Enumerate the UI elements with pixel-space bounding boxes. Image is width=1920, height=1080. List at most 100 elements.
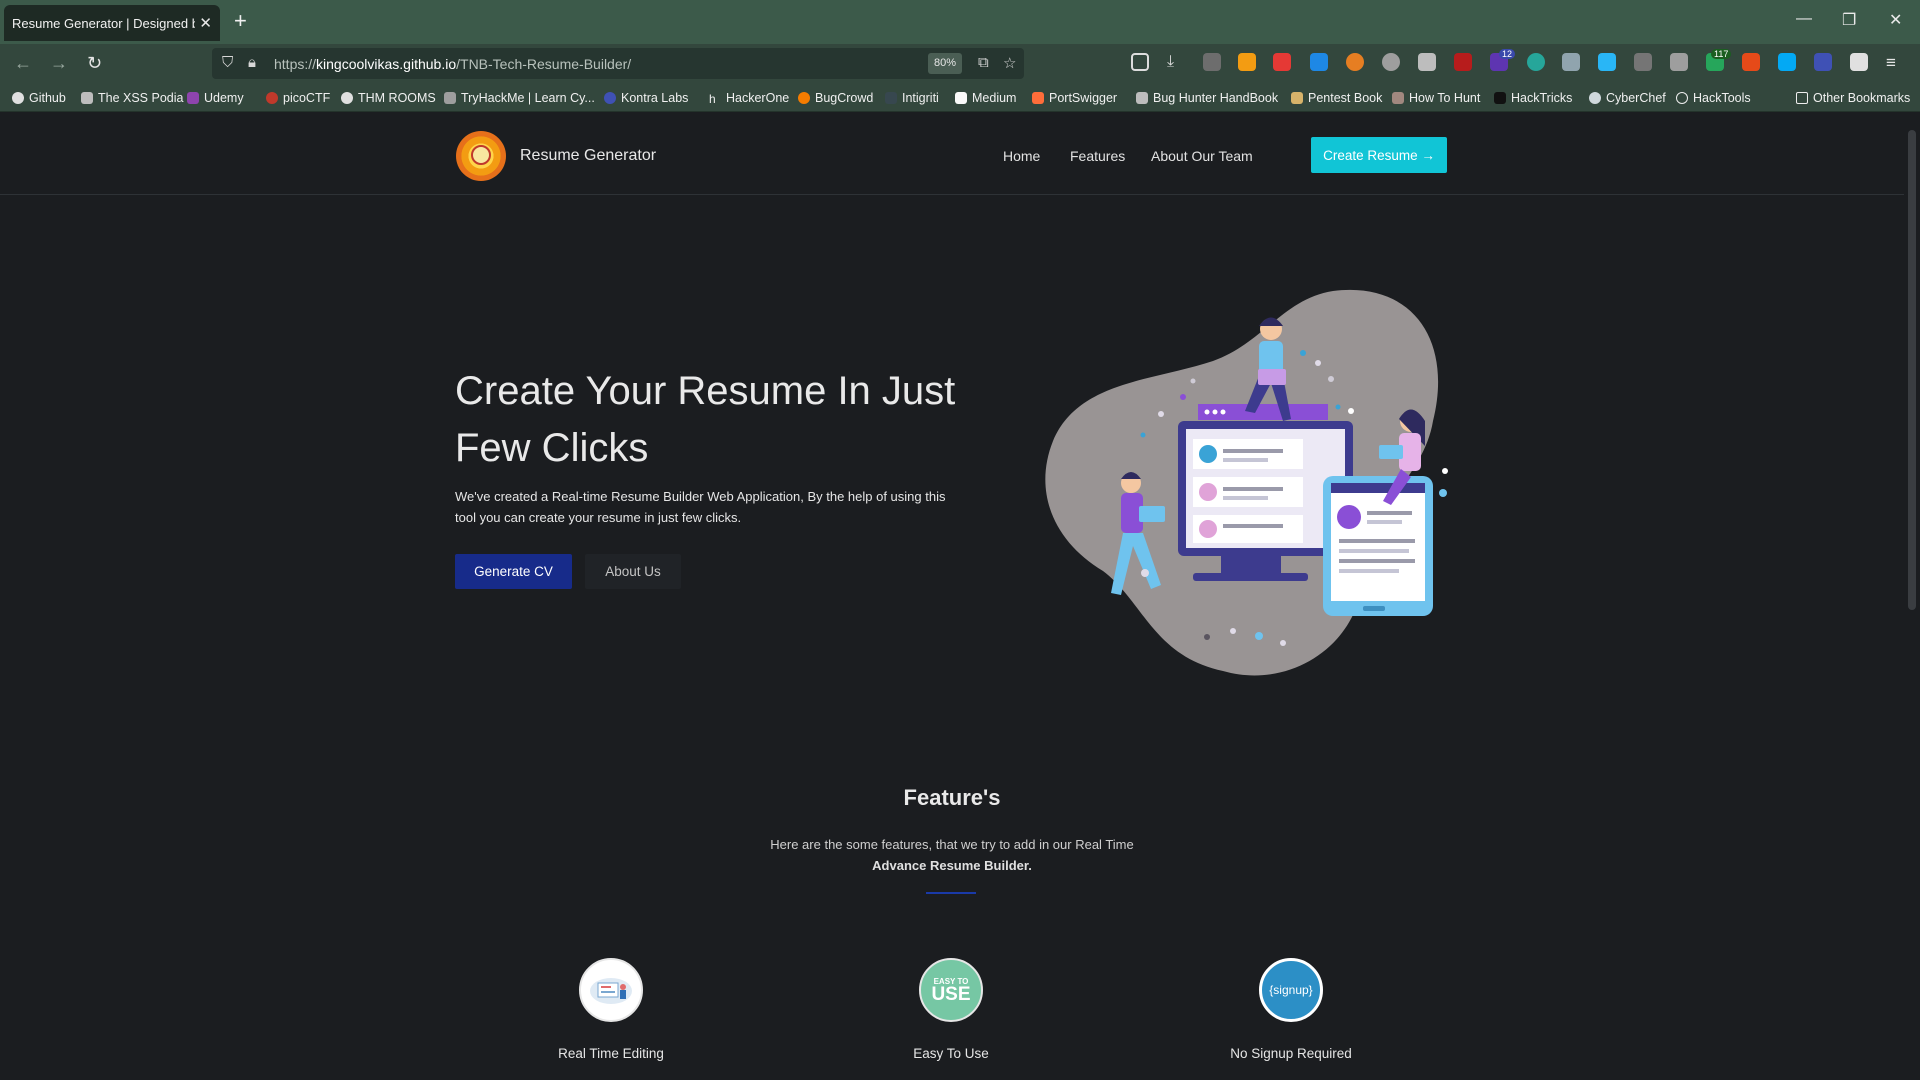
translate-icon[interactable]: ⧉ bbox=[978, 54, 989, 71]
feature-label: Easy To Use bbox=[913, 1046, 989, 1061]
lock-icon[interactable]: 🔒︎ bbox=[248, 54, 256, 71]
bookmark-item[interactable]: The XSS Podia bbox=[81, 91, 183, 105]
folder-icon bbox=[1796, 92, 1808, 104]
minimize-icon[interactable]: — bbox=[1796, 10, 1812, 28]
feature-label: No Signup Required bbox=[1230, 1046, 1352, 1061]
globe-icon bbox=[1676, 92, 1688, 104]
medium-icon bbox=[955, 92, 967, 104]
features-subtitle: Here are the some features, that we try … bbox=[0, 834, 1904, 876]
restore-icon[interactable]: ❐ bbox=[1842, 10, 1856, 30]
real-time-editing-icon bbox=[579, 958, 643, 1022]
reload-icon[interactable]: ↻ bbox=[87, 53, 102, 74]
zoom-level[interactable]: 80% bbox=[928, 53, 962, 74]
bookmark-item[interactable]: PortSwigger bbox=[1032, 91, 1117, 105]
browser-toolbar: ← → ↻ ⛉ 🔒︎ https://kingcoolvikas.github.… bbox=[0, 44, 1920, 84]
url-text[interactable]: https://kingcoolvikas.github.io/TNB-Tech… bbox=[274, 56, 631, 72]
logo[interactable] bbox=[456, 131, 506, 181]
bookmark-item[interactable]: CyberChef bbox=[1589, 91, 1666, 105]
browser-tab[interactable]: Resume Generator | Designed by the ✕ bbox=[4, 5, 220, 41]
extension-icon[interactable] bbox=[1778, 53, 1796, 71]
bookmark-item[interactable]: picoCTF bbox=[266, 91, 330, 105]
extension-icon[interactable] bbox=[1273, 53, 1291, 71]
real-time-editing-illustration bbox=[590, 978, 632, 1004]
nav-about-team[interactable]: About Our Team bbox=[1151, 148, 1253, 164]
nav-features[interactable]: Features bbox=[1070, 148, 1125, 164]
bookmark-item[interactable]: h HackerOne bbox=[709, 91, 789, 106]
bookmark-star-icon[interactable]: ☆ bbox=[1003, 54, 1016, 72]
nav-home[interactable]: Home bbox=[1003, 148, 1040, 164]
extension-icon[interactable] bbox=[1814, 53, 1832, 71]
how-to-hunt-icon bbox=[1392, 92, 1404, 104]
brand-name[interactable]: Resume Generator bbox=[520, 147, 656, 165]
extension-icon[interactable] bbox=[1670, 53, 1688, 71]
cyberchef-icon bbox=[1589, 92, 1601, 104]
page-viewport: Resume Generator Home Features About Our… bbox=[0, 113, 1904, 1080]
site-header: Resume Generator Home Features About Our… bbox=[0, 113, 1904, 195]
tab-close-icon[interactable]: ✕ bbox=[199, 14, 212, 32]
section-divider bbox=[926, 892, 976, 894]
generate-cv-button[interactable]: Generate CV bbox=[455, 554, 572, 589]
address-bar[interactable]: ⛉ 🔒︎ https://kingcoolvikas.github.io/TNB… bbox=[212, 48, 1024, 79]
other-bookmarks[interactable]: Other Bookmarks bbox=[1796, 91, 1910, 105]
close-window-icon[interactable]: ✕ bbox=[1889, 10, 1902, 30]
bookmark-item[interactable]: Kontra Labs bbox=[604, 91, 688, 105]
udemy-icon bbox=[187, 92, 199, 104]
bookmark-item[interactable]: Github bbox=[12, 91, 66, 105]
signup-icon: {signup} bbox=[1259, 958, 1323, 1022]
tryhackme-icon bbox=[444, 92, 456, 104]
bookmarks-bar: Github The XSS Podia Udemy picoCTF THM R… bbox=[0, 84, 1920, 112]
hackerone-icon: h bbox=[709, 92, 716, 106]
extension-icon[interactable] bbox=[1598, 53, 1616, 71]
bookmark-item[interactable]: BugCrowd bbox=[798, 91, 873, 105]
bookmark-item[interactable]: How To Hunt bbox=[1392, 91, 1480, 105]
logo-emblem bbox=[471, 145, 491, 165]
kontra-icon bbox=[604, 92, 616, 104]
hero-illustration bbox=[1045, 289, 1448, 676]
download-icon[interactable]: ⤓ bbox=[1167, 53, 1185, 71]
bookmark-item[interactable]: Udemy bbox=[187, 91, 244, 105]
new-tab-icon[interactable]: + bbox=[234, 8, 247, 34]
features-title: Feature's bbox=[903, 785, 1001, 810]
bookmark-item[interactable]: Pentest Book bbox=[1291, 91, 1382, 105]
shield-icon[interactable]: ⛉ bbox=[222, 54, 233, 71]
extension-icon[interactable] bbox=[1382, 53, 1400, 71]
forward-icon[interactable]: → bbox=[50, 53, 68, 74]
extension-icon[interactable] bbox=[1203, 53, 1221, 71]
extension-icon[interactable] bbox=[1418, 53, 1436, 71]
extension-icon[interactable] bbox=[1562, 53, 1580, 71]
extension-badge: 12 bbox=[1499, 49, 1516, 59]
about-us-button[interactable]: About Us bbox=[585, 554, 681, 589]
hero-title: Create Your Resume In Just Few Clicks bbox=[455, 369, 956, 470]
intigriti-icon bbox=[885, 92, 897, 104]
bookmark-item[interactable]: HackTools bbox=[1676, 91, 1751, 105]
bookmark-item[interactable]: THM ROOMS bbox=[341, 91, 436, 105]
bug-icon bbox=[1136, 92, 1148, 104]
create-resume-button[interactable]: Create Resume → bbox=[1311, 137, 1447, 173]
extension-icon[interactable] bbox=[1346, 53, 1364, 71]
feature-label: Real Time Editing bbox=[558, 1046, 664, 1061]
ublock-icon[interactable] bbox=[1454, 53, 1472, 71]
menu-icon[interactable]: ≡ bbox=[1886, 53, 1904, 72]
github-icon bbox=[12, 92, 24, 104]
back-icon[interactable]: ← bbox=[14, 53, 32, 74]
extension-icon[interactable] bbox=[1527, 53, 1545, 71]
bookmark-item[interactable]: Medium bbox=[955, 91, 1016, 105]
bookmark-item[interactable]: Intigriti bbox=[885, 91, 939, 105]
picoctf-icon bbox=[266, 92, 278, 104]
extension-icon[interactable] bbox=[1310, 53, 1328, 71]
extension-icon[interactable] bbox=[1850, 53, 1868, 71]
browser-tab-strip: Resume Generator | Designed by the ✕ + —… bbox=[0, 0, 1920, 44]
portswigger-icon bbox=[1032, 92, 1044, 104]
bugcrowd-icon bbox=[798, 92, 810, 104]
bookmark-item[interactable]: HackTricks bbox=[1494, 91, 1572, 105]
pocket-icon[interactable] bbox=[1131, 53, 1149, 71]
page-scrollbar[interactable] bbox=[1908, 130, 1916, 610]
extension-icon[interactable] bbox=[1634, 53, 1652, 71]
features-subtitle-text: Here are the some features, that we try … bbox=[770, 837, 1134, 852]
bookmark-item[interactable]: TryHackMe | Learn Cy... bbox=[444, 91, 595, 105]
hero-subtitle: We've created a Real-time Resume Builder… bbox=[455, 489, 946, 525]
extension-icon[interactable] bbox=[1238, 53, 1256, 71]
extension-badge: 117 bbox=[1711, 49, 1732, 59]
bookmark-item[interactable]: Bug Hunter HandBook bbox=[1136, 91, 1278, 105]
extension-icon[interactable] bbox=[1742, 53, 1760, 71]
